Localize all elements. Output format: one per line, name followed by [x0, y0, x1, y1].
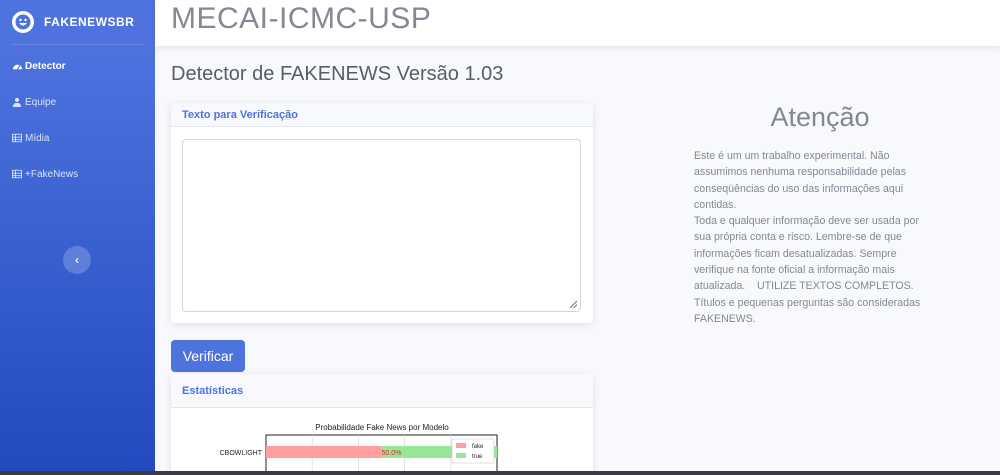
topbar: MECAI-ICMC-USP — [155, 0, 1000, 46]
attention-line: Este é um um trabalho experimental. Não — [694, 150, 890, 162]
attention-line: assumimos nenhuma responsabilidade pelas — [694, 166, 906, 179]
text-verification-card: Texto para Verificação — [171, 103, 593, 323]
sidebar-toggle-button[interactable]: ‹ — [63, 246, 91, 274]
card-header: Estatísticas — [171, 374, 593, 408]
chevron-left-icon: ‹ — [75, 253, 79, 267]
attention-line: sua própria conta e risco. Lembre-se de … — [694, 231, 902, 244]
brand[interactable]: FAKENEWSBR — [0, 0, 155, 44]
brand-name: FAKENEWSBR — [44, 15, 135, 29]
attention-line: Toda e qualquer informação deve ser usad… — [694, 215, 919, 228]
sidebar-item-label: Equipe — [25, 96, 57, 108]
chart-bar-fake — [266, 446, 382, 458]
chart-category-label: CBOWLIGHT — [220, 450, 263, 457]
attention-title: Atenção — [770, 102, 870, 132]
probability-chart: Probabilidade Fake News por Modelo CBOWL… — [220, 423, 498, 475]
sidebar: FAKENEWSBR Detector Equipe Mídia +FakeNe… — [0, 0, 155, 475]
table-icon — [11, 132, 23, 144]
sidebar-item-fakenews[interactable]: +FakeNews — [0, 156, 155, 192]
user-icon — [11, 96, 23, 108]
window-bottom-edge — [0, 471, 1000, 475]
attention-line: Títulos e pequenas perguntas são conside… — [694, 296, 921, 309]
attention-text: Este é um um trabalho experimental. Não … — [694, 148, 942, 327]
chart-data-label: 50.0% — [382, 450, 402, 457]
sidebar-item-detector[interactable]: Detector — [0, 48, 155, 84]
chart-legend-swatch-fake — [456, 443, 466, 448]
attention-line: verifique na fonte oficial a informação … — [694, 264, 895, 277]
card-header: Texto para Verificação — [171, 103, 593, 127]
chart-legend-label-true: true — [472, 454, 483, 460]
sidebar-item-equipe[interactable]: Equipe — [0, 84, 155, 120]
sidebar-item-label: Detector — [25, 60, 66, 72]
sidebar-item-label: +FakeNews — [25, 168, 79, 180]
attention-line: atualizada. UTILIZE TEXTOS COMPLETOS. — [694, 280, 914, 293]
resize-grip-icon[interactable] — [570, 301, 577, 308]
verify-button[interactable]: Verificar — [171, 340, 245, 372]
page-title: Detector de FAKENEWS Versão 1.03 — [171, 63, 504, 85]
news-text-input[interactable] — [182, 139, 581, 312]
table-icon — [11, 168, 23, 180]
attention-line: contidas. — [694, 198, 737, 211]
chart-legend-label-fake: fake — [472, 444, 484, 450]
sidebar-item-label: Mídia — [25, 132, 50, 144]
attention-line: informações ficam desatualizadas. Sempre — [694, 247, 897, 260]
app-title: MECAI-ICMC-USP — [171, 2, 432, 35]
attention-line: FAKENEWS. — [694, 312, 756, 325]
dashboard-icon — [11, 60, 23, 72]
chart-title: Probabilidade Fake News por Modelo — [315, 423, 449, 432]
chart-legend-swatch-true — [456, 453, 466, 458]
statistics-card: Estatísticas Probabilidade Fake News por… — [171, 374, 593, 475]
attention-line: conseqüências do uso das informações aqu… — [694, 182, 904, 195]
laugh-icon — [12, 11, 34, 33]
sidebar-item-midia[interactable]: Mídia — [0, 120, 155, 156]
